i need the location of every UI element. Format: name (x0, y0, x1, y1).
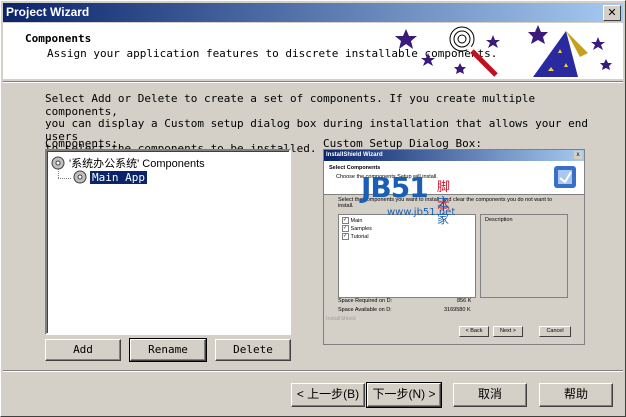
close-button[interactable]: ✕ (603, 5, 621, 21)
header-divider (3, 81, 623, 83)
add-button[interactable]: Add (45, 339, 121, 361)
watermark-logo: JB51 (361, 171, 429, 204)
tree-root-label: '系统办公系统' Components (69, 158, 205, 170)
preview-item-label: Tutorial (350, 233, 369, 240)
back-button[interactable]: < 上一步(B) (291, 383, 365, 407)
preview-back-button: < Back (459, 326, 489, 337)
tree-root-item[interactable]: '系统办公系统' Components (51, 155, 205, 171)
preview-item: ✓ Tutorial (342, 233, 369, 240)
wizard-header: Components Assign your application featu… (3, 23, 623, 79)
preview-item: ✓ Samples (342, 225, 372, 232)
rename-button[interactable]: Rename (129, 338, 207, 362)
title-bar[interactable]: Project Wizard ✕ (3, 3, 623, 22)
cancel-button[interactable]: 取消 (453, 383, 527, 407)
preview-close-icon: x (574, 151, 582, 159)
preview-component-list: ✓ Main ✓ Samples ✓ Tutorial (338, 214, 476, 298)
delete-button[interactable]: Delete (215, 339, 291, 361)
component-icon (51, 156, 65, 170)
preview-space-required-value: 856 K (457, 298, 472, 304)
checkbox-icon: ✓ (342, 217, 349, 224)
window-title: Project Wizard (6, 5, 90, 19)
checkbox-icon: ✓ (342, 233, 349, 240)
help-button[interactable]: 帮助 (539, 383, 613, 407)
preview-space-available-value: 3169580 K (444, 307, 471, 313)
preview-space-available: Space Available on D: (338, 307, 392, 313)
preview-footer-brand: InstallShield (326, 316, 356, 322)
preview-title-bar: InstallShield Wizard (324, 150, 584, 161)
next-button[interactable]: 下一步(N) > (366, 382, 442, 408)
preview-item: ✓ Main (342, 217, 362, 224)
tree-child-item[interactable]: Main App (73, 169, 148, 185)
preview-item-label: Samples (350, 225, 372, 232)
tree-connector (58, 178, 71, 179)
footer-divider (3, 370, 623, 372)
installer-box-icon (554, 166, 576, 188)
preview-cancel-button: Cancel (539, 326, 571, 337)
preview-item-label: Main (350, 217, 363, 224)
instruction-line: Select Add or Delete to create a set of … (45, 92, 536, 118)
preview-description-label: Description (485, 217, 513, 223)
components-tree[interactable]: '系统办公系统' Components Main App (45, 149, 291, 335)
watermark-url: www.jb51.net (387, 207, 456, 218)
preview-next-button: Next > (493, 326, 523, 337)
page-title: Components (25, 32, 92, 45)
preview-space-required: Space Required on D: (338, 298, 393, 304)
project-wizard-window: Project Wizard ✕ Components Assign your … (0, 0, 626, 417)
checkbox-icon: ✓ (342, 225, 349, 232)
tree-child-label[interactable]: Main App (89, 169, 148, 185)
component-icon (73, 170, 87, 184)
wizard-hat-art-icon (395, 25, 612, 77)
preview-description-box: Description (480, 214, 568, 298)
